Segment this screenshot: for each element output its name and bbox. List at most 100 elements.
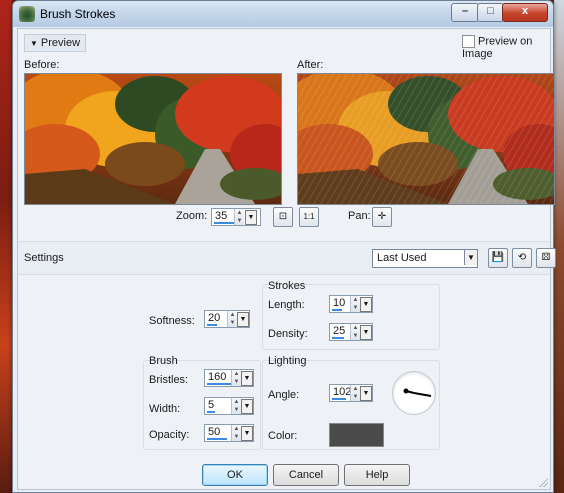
preset-value: Last Used bbox=[377, 252, 427, 264]
preview-toggle-label: Preview bbox=[40, 37, 81, 49]
opacity-spin-arrows-icon[interactable]: ▲ ▼ bbox=[231, 425, 241, 441]
softness-slider-indicator bbox=[207, 324, 217, 326]
density-label: Density: bbox=[268, 328, 308, 340]
randomize-icon: ⚄ bbox=[541, 252, 551, 263]
brush-group-title: Brush bbox=[149, 355, 178, 367]
angle-dropdown-icon[interactable]: ▼ bbox=[360, 386, 372, 401]
softness-spin-arrows-icon[interactable]: ▲ ▼ bbox=[227, 311, 237, 327]
bristles-value: 160 bbox=[208, 371, 227, 383]
after-label: After: bbox=[297, 59, 324, 71]
triangle-down-icon: ▼ bbox=[30, 39, 38, 48]
length-label: Length: bbox=[268, 299, 305, 311]
softness-label: Softness: bbox=[149, 315, 195, 327]
bristles-slider-indicator bbox=[207, 383, 231, 385]
preset-select[interactable]: Last Used ▼ bbox=[372, 249, 478, 268]
length-spinbox[interactable]: 10 ▲ ▼ ▼ bbox=[329, 295, 373, 313]
before-label: Before: bbox=[24, 59, 60, 71]
save-preset-icon: 💾 bbox=[491, 252, 505, 263]
window-title: Brush Strokes bbox=[40, 7, 116, 21]
width-label: Width: bbox=[149, 403, 181, 415]
cancel-button[interactable]: Cancel bbox=[273, 464, 339, 486]
width-spin-arrows-icon[interactable]: ▲ ▼ bbox=[231, 398, 241, 414]
save-preset-button[interactable]: 💾 bbox=[488, 248, 508, 268]
opacity-dropdown-icon[interactable]: ▼ bbox=[241, 426, 253, 441]
length-spin-arrows-icon[interactable]: ▲ ▼ bbox=[350, 296, 360, 312]
preview-on-image-checkbox[interactable] bbox=[462, 35, 475, 48]
angle-dial[interactable] bbox=[392, 371, 436, 415]
density-dropdown-icon[interactable]: ▼ bbox=[360, 325, 372, 340]
opacity-slider-indicator bbox=[207, 438, 227, 440]
desktop-background-right bbox=[554, 0, 564, 493]
title-bar[interactable]: Brush Strokes – □ x bbox=[13, 1, 553, 27]
ok-button[interactable]: OK bbox=[202, 464, 268, 486]
bristles-spin-arrows-icon[interactable]: ▲ ▼ bbox=[231, 370, 241, 386]
close-icon: x bbox=[521, 5, 529, 17]
zoom-fit-icon: ⊡ bbox=[278, 211, 288, 222]
zoom-label: Zoom: bbox=[176, 210, 208, 222]
bristles-spinbox[interactable]: 160 ▲ ▼ ▼ bbox=[204, 369, 254, 387]
resize-grip-icon[interactable] bbox=[538, 477, 548, 487]
angle-spinbox[interactable]: 102 ▲ ▼ ▼ bbox=[329, 384, 373, 402]
width-slider-indicator bbox=[207, 411, 215, 413]
softness-value: 20 bbox=[208, 312, 221, 324]
dialog-client-area: ▼ Preview Preview on Image Before: After: bbox=[17, 28, 556, 490]
after-preview-image[interactable] bbox=[297, 73, 555, 205]
maximize-button[interactable]: □ bbox=[477, 3, 504, 22]
pan-label: Pan: bbox=[348, 210, 371, 222]
pan-move-icon: ✛ bbox=[377, 211, 387, 222]
density-value: 25 bbox=[333, 325, 346, 337]
lighting-color-swatch[interactable] bbox=[329, 423, 384, 447]
density-spinbox[interactable]: 25 ▲ ▼ ▼ bbox=[329, 323, 373, 341]
width-value: 5 bbox=[208, 399, 215, 411]
color-label: Color: bbox=[268, 430, 298, 442]
minimize-icon: – bbox=[461, 5, 469, 17]
strokes-group-title: Strokes bbox=[268, 280, 306, 292]
preview-toggle[interactable]: ▼ Preview bbox=[24, 34, 87, 52]
pan-button[interactable]: ✛ bbox=[372, 207, 392, 227]
desktop-background-left bbox=[0, 0, 12, 493]
settings-bar: Settings Last Used ▼ 💾 ⟲ ⚄ bbox=[18, 241, 556, 275]
reset-icon: ⟲ bbox=[517, 252, 527, 263]
zoom-fit-button[interactable]: ⊡ bbox=[273, 207, 293, 227]
settings-label: Settings bbox=[24, 252, 64, 264]
length-dropdown-icon[interactable]: ▼ bbox=[360, 297, 372, 312]
zoom-dropdown-icon[interactable]: ▼ bbox=[245, 210, 257, 225]
angle-spin-arrows-icon[interactable]: ▲ ▼ bbox=[350, 385, 360, 401]
randomize-button[interactable]: ⚄ bbox=[536, 248, 556, 268]
zoom-slider-indicator bbox=[214, 222, 234, 224]
length-slider-indicator bbox=[332, 309, 342, 311]
zoom-spin-arrows-icon[interactable]: ▲ ▼ bbox=[234, 209, 244, 225]
density-spin-arrows-icon[interactable]: ▲ ▼ bbox=[350, 324, 360, 340]
brush-strokes-dialog: Brush Strokes – □ x ▼ Preview Preview on … bbox=[12, 0, 556, 493]
close-button[interactable]: x bbox=[502, 3, 548, 22]
density-slider-indicator bbox=[332, 337, 344, 339]
softness-dropdown-icon[interactable]: ▼ bbox=[237, 312, 249, 327]
preview-on-image-option[interactable]: Preview on Image bbox=[462, 35, 550, 60]
opacity-label: Opacity: bbox=[149, 429, 190, 441]
bristles-label: Bristles: bbox=[149, 374, 189, 386]
angle-dial-needle-icon bbox=[403, 388, 432, 397]
width-dropdown-icon[interactable]: ▼ bbox=[241, 399, 253, 414]
opacity-value: 50 bbox=[208, 426, 221, 438]
angle-slider-indicator bbox=[332, 398, 346, 400]
reset-button[interactable]: ⟲ bbox=[512, 248, 532, 268]
softness-spinbox[interactable]: 20 ▲ ▼ ▼ bbox=[204, 310, 250, 328]
opacity-spinbox[interactable]: 50 ▲ ▼ ▼ bbox=[204, 424, 254, 442]
app-icon bbox=[19, 6, 35, 22]
before-preview-image[interactable] bbox=[24, 73, 282, 205]
zoom-actual-size-button[interactable]: 1:1 bbox=[299, 207, 319, 227]
length-value: 10 bbox=[333, 297, 346, 309]
angle-value: 102 bbox=[333, 386, 352, 398]
zoom-value: 35 bbox=[215, 210, 228, 222]
lighting-group-title: Lighting bbox=[268, 355, 307, 367]
minimize-button[interactable]: – bbox=[451, 3, 479, 22]
maximize-icon: □ bbox=[487, 5, 494, 17]
width-spinbox[interactable]: 5 ▲ ▼ ▼ bbox=[204, 397, 254, 415]
autumn-road-before-image bbox=[25, 74, 281, 204]
bristles-dropdown-icon[interactable]: ▼ bbox=[241, 371, 253, 386]
help-button[interactable]: Help bbox=[344, 464, 410, 486]
zoom-spinbox[interactable]: 35 ▲ ▼ ▼ bbox=[211, 208, 261, 226]
autumn-road-after-image bbox=[298, 74, 554, 204]
chevron-down-icon: ▼ bbox=[464, 250, 477, 265]
angle-label: Angle: bbox=[268, 389, 300, 401]
